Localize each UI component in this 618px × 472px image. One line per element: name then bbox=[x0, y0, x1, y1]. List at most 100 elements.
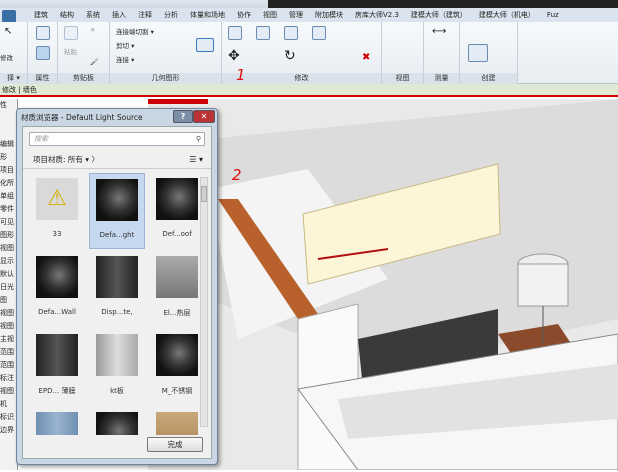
ribbon-tab[interactable]: 插入 bbox=[106, 10, 132, 20]
type-properties-icon[interactable] bbox=[36, 26, 50, 40]
create-part-icon[interactable] bbox=[468, 44, 488, 62]
cope-button[interactable]: 连接端切割 ▾ bbox=[116, 26, 154, 36]
panel-label: 剪贴板 bbox=[58, 73, 109, 84]
paste-button[interactable]: 粘贴 bbox=[64, 46, 77, 56]
annotation-1: 1 bbox=[236, 66, 246, 84]
property-row[interactable]: 视图 bbox=[0, 242, 17, 255]
align-icon[interactable] bbox=[228, 26, 242, 40]
property-row[interactable]: 标注 bbox=[0, 372, 17, 385]
ribbon-tab[interactable]: Fuz bbox=[541, 11, 565, 19]
material-item[interactable] bbox=[29, 407, 85, 435]
properties-icon[interactable] bbox=[36, 46, 50, 60]
ribbon-tab[interactable]: 建筑 bbox=[28, 10, 54, 20]
property-row[interactable]: 显示 bbox=[0, 255, 17, 268]
move-icon[interactable]: ✥ bbox=[228, 48, 240, 64]
property-row[interactable]: 图形 bbox=[0, 229, 17, 242]
property-row[interactable]: 零件 bbox=[0, 203, 17, 216]
done-button[interactable]: 完成 bbox=[147, 437, 203, 452]
cursor-icon[interactable]: ↖ bbox=[4, 26, 12, 37]
offset-icon[interactable] bbox=[256, 26, 270, 40]
title-bar-dark bbox=[268, 0, 618, 8]
panel-label: 修改 bbox=[222, 73, 381, 84]
material-item[interactable]: Defa...Wall bbox=[29, 251, 85, 327]
property-row[interactable]: 性 bbox=[0, 99, 17, 112]
panel-modify: ✥ ↻ ✖ 修改 bbox=[222, 22, 382, 84]
search-icon[interactable]: ⚲ bbox=[196, 133, 201, 145]
rotate-icon[interactable]: ↻ bbox=[284, 48, 296, 64]
material-grid: ⚠ 33 Defa...ght Def...oof Defa...Wall Disp...… bbox=[29, 173, 205, 435]
property-row[interactable] bbox=[0, 125, 17, 138]
lamp bbox=[517, 263, 569, 307]
filter-label[interactable]: 项目材质: 所有 bbox=[33, 155, 83, 164]
property-row[interactable]: 编辑 bbox=[0, 138, 17, 151]
search-input[interactable]: 搜索 ⚲ bbox=[29, 132, 205, 146]
material-label: M_不锈钢 bbox=[161, 387, 193, 395]
property-row[interactable]: 标识 bbox=[0, 411, 17, 424]
material-label: El...热层 bbox=[163, 309, 191, 317]
property-row[interactable]: 边界 bbox=[0, 424, 17, 437]
ribbon-tab[interactable]: 建模大师（建筑） bbox=[405, 10, 473, 20]
mirror-icon[interactable] bbox=[284, 26, 298, 40]
panel-select: ↖ 修改 择 ▾ bbox=[0, 22, 28, 84]
filter-breadcrumb[interactable]: 项目材质: 所有 ▾ 〉 ☰ ▾ bbox=[23, 151, 211, 169]
ribbon-tab[interactable]: 系统 bbox=[80, 10, 106, 20]
property-row[interactable]: 默认 bbox=[0, 268, 17, 281]
close-button[interactable]: ✕ bbox=[193, 110, 215, 123]
material-item[interactable]: ⚠ 33 bbox=[29, 173, 85, 249]
ribbon-tab[interactable]: 附加模块 bbox=[309, 10, 349, 20]
panel-label[interactable]: 择 ▾ bbox=[0, 73, 27, 84]
property-row[interactable]: 范围 bbox=[0, 346, 17, 359]
ribbon-tab[interactable]: 管理 bbox=[283, 10, 309, 20]
cut-icon[interactable]: ✕ bbox=[90, 26, 95, 34]
material-item[interactable]: kt板 bbox=[89, 329, 145, 405]
property-row[interactable]: 化所 bbox=[0, 177, 17, 190]
ribbon-tab[interactable]: 结构 bbox=[54, 10, 80, 20]
property-row[interactable]: 视图 bbox=[0, 320, 17, 333]
material-item[interactable] bbox=[89, 407, 145, 435]
material-item[interactable]: Disp...te, bbox=[89, 251, 145, 327]
ribbon-tab[interactable]: 协作 bbox=[231, 10, 257, 20]
3d-viewport[interactable] bbox=[148, 99, 618, 471]
property-row[interactable]: 形 bbox=[0, 151, 17, 164]
ribbon-tab[interactable]: 分析 bbox=[158, 10, 184, 20]
material-item[interactable]: M_不锈钢 bbox=[149, 329, 205, 405]
modify-button[interactable]: 修改 bbox=[0, 52, 13, 62]
material-item[interactable]: EPD... 薄膜 bbox=[29, 329, 85, 405]
material-item[interactable] bbox=[149, 407, 205, 435]
property-row[interactable]: 可见 bbox=[0, 216, 17, 229]
match-properties-icon[interactable]: 🖌 bbox=[90, 58, 98, 66]
ribbon-tab[interactable]: 建模大师（机电） bbox=[473, 10, 541, 20]
scrollbar-thumb[interactable] bbox=[201, 186, 207, 202]
material-item[interactable]: El...热层 bbox=[149, 251, 205, 327]
material-item[interactable]: Def...oof bbox=[149, 173, 205, 249]
property-row[interactable]: 视图 bbox=[0, 385, 17, 398]
dialog-body: 搜索 ⚲ 项目材质: 所有 ▾ 〉 ☰ ▾ ⚠ 33 Defa...ght Def...o… bbox=[22, 126, 212, 459]
view-options-icon[interactable]: ☰ ▾ bbox=[189, 151, 203, 169]
mirror-draw-icon[interactable] bbox=[312, 26, 326, 40]
material-item[interactable]: Defa...ght bbox=[89, 173, 145, 249]
help-button[interactable]: ? bbox=[173, 110, 193, 123]
ribbon-tab[interactable]: 体量和场地 bbox=[184, 10, 231, 20]
paste-icon[interactable] bbox=[64, 26, 78, 40]
paint-icon[interactable] bbox=[196, 38, 214, 52]
property-row[interactable]: 视图 bbox=[0, 307, 17, 320]
property-row[interactable]: 机 bbox=[0, 398, 17, 411]
search-placeholder: 搜索 bbox=[34, 135, 48, 143]
ribbon-tab[interactable]: 注释 bbox=[132, 10, 158, 20]
cut-geometry-button[interactable]: 剪切 ▾ bbox=[116, 40, 134, 50]
ribbon-tab[interactable]: 房库大师V2.3 bbox=[349, 10, 405, 20]
material-thumbnail bbox=[156, 412, 198, 435]
ribbon-tab[interactable]: 视图 bbox=[257, 10, 283, 20]
material-thumbnail bbox=[156, 256, 198, 298]
property-row[interactable]: 图 bbox=[0, 294, 17, 307]
property-row[interactable]: 项目 bbox=[0, 164, 17, 177]
property-row[interactable]: 范围 bbox=[0, 359, 17, 372]
measure-icon[interactable]: ⟷ bbox=[432, 26, 446, 37]
property-row[interactable] bbox=[0, 112, 17, 125]
join-button[interactable]: 连接 ▾ bbox=[116, 54, 134, 64]
property-row[interactable]: 日光 bbox=[0, 281, 17, 294]
property-row[interactable]: 单组 bbox=[0, 190, 17, 203]
property-row[interactable]: 主视 bbox=[0, 333, 17, 346]
delete-icon[interactable]: ✖ bbox=[362, 52, 370, 63]
scrollbar[interactable] bbox=[200, 177, 208, 427]
